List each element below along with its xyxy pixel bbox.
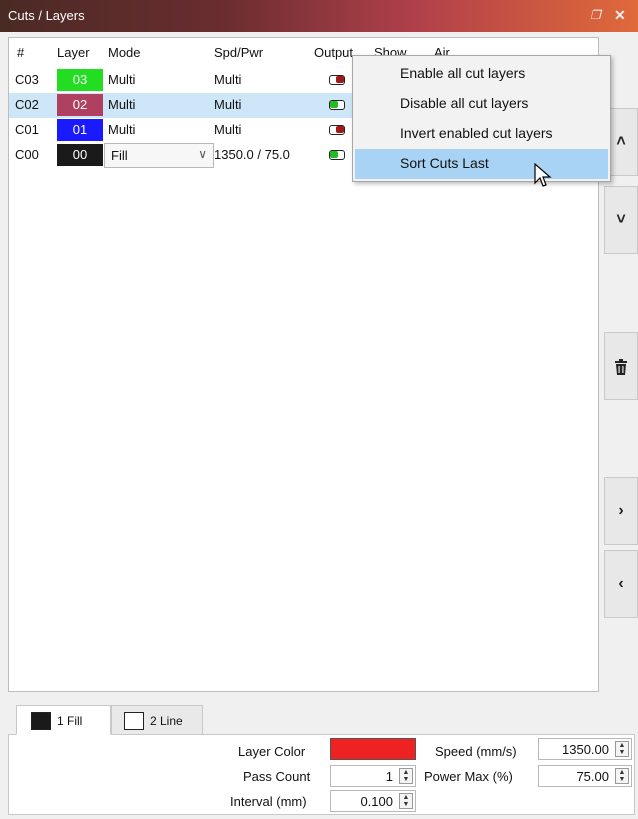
pass-count-label: Pass Count <box>243 769 311 784</box>
row-mode[interactable]: Multi <box>108 72 135 87</box>
power-max-input[interactable]: 75.00 ▲ ▼ <box>538 765 632 787</box>
col-layer[interactable]: Layer <box>57 45 90 60</box>
menu-item-enable-all[interactable]: Enable all cut layers <box>355 59 608 89</box>
menu-item-label: Disable all cut layers <box>400 95 529 111</box>
col-output[interactable]: Output <box>314 45 353 60</box>
menu-item-invert[interactable]: Invert enabled cut layers <box>355 119 608 149</box>
move-down-button[interactable]: ˅ <box>604 186 638 254</box>
delete-layer-button[interactable] <box>604 332 638 400</box>
interval-value: 0.100 <box>360 794 393 809</box>
chevron-up-icon: ˄ <box>616 133 626 150</box>
menu-item-label: Invert enabled cut layers <box>400 125 553 141</box>
menu-item-sort-cuts-last[interactable]: Sort Cuts Last <box>355 149 608 179</box>
move-left-button[interactable]: ‹ <box>604 550 638 618</box>
pass-count-value: 1 <box>385 769 393 784</box>
row-mode[interactable]: Multi <box>108 97 135 112</box>
panel-titlebar: Cuts / Layers ❐ ✕ <box>0 0 638 32</box>
layer-swatch[interactable]: 02 <box>57 94 103 116</box>
menu-item-disable-all[interactable]: Disable all cut layers <box>355 89 608 119</box>
menu-item-label: Enable all cut layers <box>400 65 526 81</box>
power-max-label: Power Max (%) <box>424 769 513 784</box>
layer-swatch[interactable]: 03 <box>57 69 103 91</box>
output-toggle[interactable] <box>329 75 345 85</box>
col-num[interactable]: # <box>17 45 24 60</box>
chevron-left-icon: ‹ <box>618 575 624 592</box>
menu-item-label: Sort Cuts Last <box>400 155 489 171</box>
spin-arrows-icon[interactable]: ▲ ▼ <box>615 741 629 757</box>
tab-label: 2 Line <box>150 714 183 728</box>
speed-value: 1350.00 <box>562 742 609 757</box>
row-number: C02 <box>15 97 39 112</box>
tab-color-swatch <box>124 712 144 730</box>
tab-label: 1 Fill <box>57 714 83 728</box>
panel-title: Cuts / Layers <box>8 8 85 23</box>
interval-input[interactable]: 0.100 ▲ ▼ <box>330 790 416 812</box>
spin-arrows-icon[interactable]: ▲ ▼ <box>615 768 629 784</box>
row-spdpwr[interactable]: Multi <box>214 72 241 87</box>
row-number: C03 <box>15 72 39 87</box>
col-spdpwr[interactable]: Spd/Pwr <box>214 45 263 60</box>
chevron-down-icon: ˅ <box>616 211 626 228</box>
output-toggle[interactable] <box>329 150 345 160</box>
move-right-button[interactable]: › <box>604 477 638 545</box>
pass-count-input[interactable]: 1 ▲ ▼ <box>330 765 416 787</box>
tab-2-line[interactable]: 2 Line <box>111 705 203 735</box>
chevron-down-icon: ∨ <box>198 147 207 161</box>
layer-color-label: Layer Color <box>238 744 306 759</box>
restore-icon[interactable]: ❐ <box>590 8 601 22</box>
tab-color-swatch <box>31 712 51 730</box>
spin-arrows-icon[interactable]: ▲ ▼ <box>399 768 413 784</box>
tab-1-fill[interactable]: 1 Fill <box>16 705 111 735</box>
output-toggle[interactable] <box>329 100 345 110</box>
row-spdpwr[interactable]: 1350.0 / 75.0 <box>214 147 290 162</box>
row-number: C01 <box>15 122 39 137</box>
power-max-value: 75.00 <box>576 769 609 784</box>
context-menu: Enable all cut layers Disable all cut la… <box>352 55 611 182</box>
trash-icon <box>614 359 628 377</box>
layer-settings-panel: 1 Fill 2 Line Layer Color Pass Count 1 ▲… <box>8 700 635 815</box>
row-spdpwr[interactable]: Multi <box>214 97 241 112</box>
mode-select-value: Fill <box>111 148 128 163</box>
row-number: C00 <box>15 147 39 162</box>
col-mode[interactable]: Mode <box>108 45 141 60</box>
close-icon[interactable]: ✕ <box>614 7 626 24</box>
mouse-cursor-icon <box>534 163 552 187</box>
spin-arrows-icon[interactable]: ▲ ▼ <box>399 793 413 809</box>
layer-color-swatch[interactable] <box>330 738 416 760</box>
row-spdpwr[interactable]: Multi <box>214 122 241 137</box>
speed-input[interactable]: 1350.00 ▲ ▼ <box>538 738 632 760</box>
row-mode[interactable]: Multi <box>108 122 135 137</box>
mode-select[interactable]: Fill ∨ <box>104 143 214 168</box>
output-toggle[interactable] <box>329 125 345 135</box>
layer-swatch[interactable]: 01 <box>57 119 103 141</box>
layer-swatch[interactable]: 00 <box>57 144 103 166</box>
chevron-right-icon: › <box>618 502 624 519</box>
interval-label: Interval (mm) <box>230 794 307 809</box>
speed-label: Speed (mm/s) <box>435 744 517 759</box>
